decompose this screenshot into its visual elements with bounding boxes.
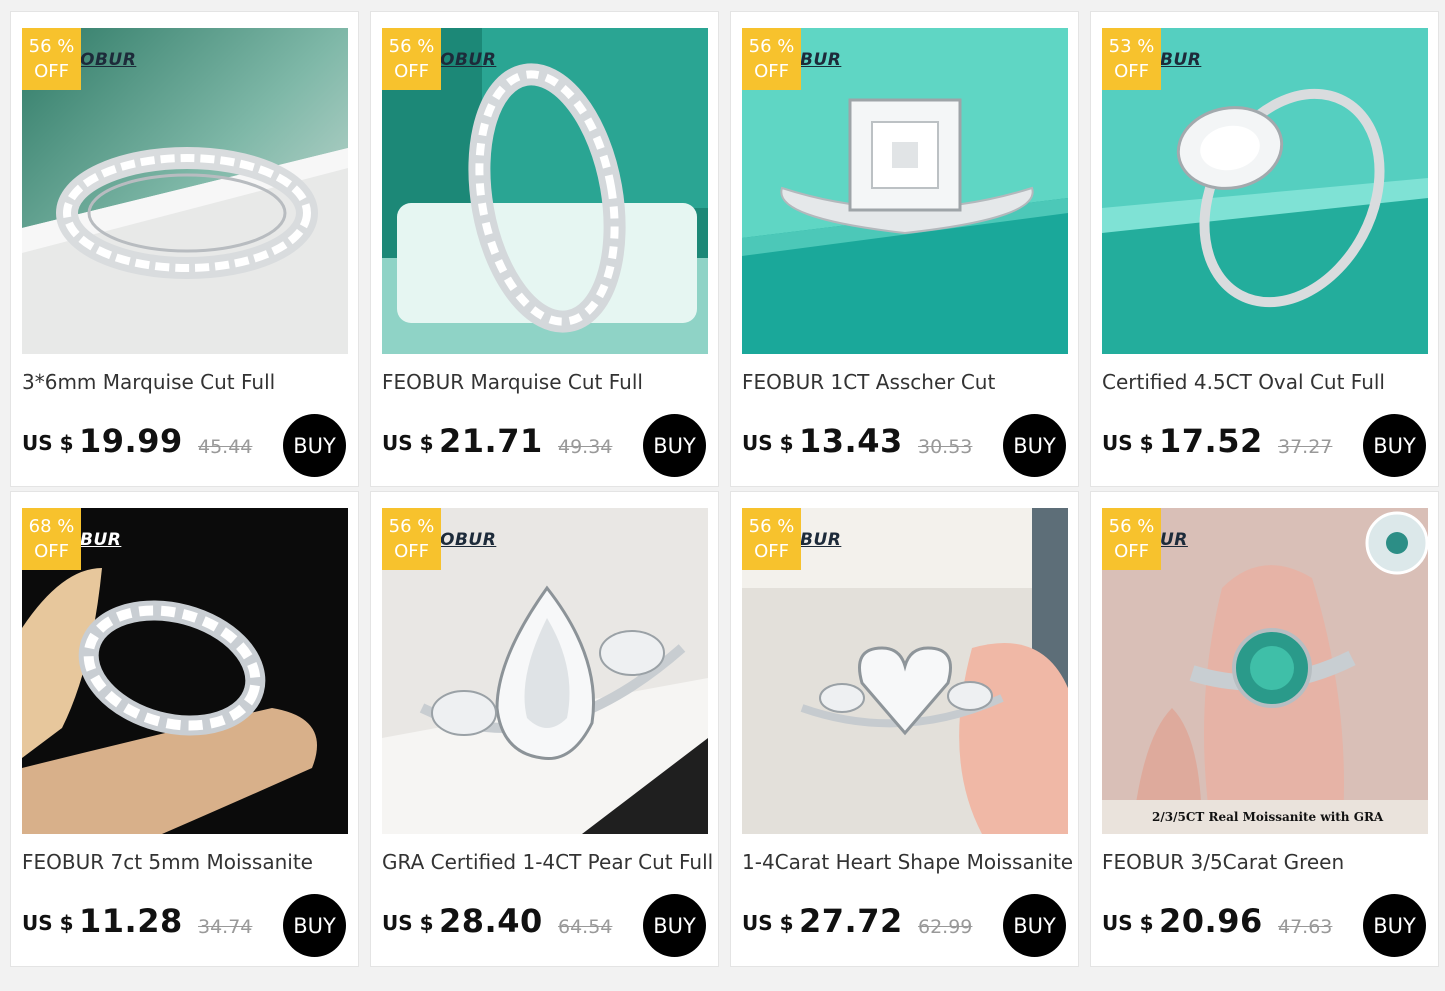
- brand-watermark: OBUR: [80, 50, 137, 70]
- currency-label: US $: [382, 911, 434, 935]
- currency-label: US $: [742, 431, 794, 455]
- product-title[interactable]: GRA Certified 1-4CT Pear Cut Full: [382, 850, 712, 874]
- discount-percent: 56 %: [748, 36, 795, 57]
- discount-badge: 56 % OFF: [382, 28, 441, 90]
- product-title[interactable]: 1-4Carat Heart Shape Moissanite: [742, 850, 1072, 874]
- sale-price: 13.43: [799, 422, 903, 460]
- original-price: 47.63: [1278, 916, 1333, 938]
- product-image[interactable]: 56 % OFF OBUR: [382, 28, 708, 354]
- brand-watermark: BUR: [800, 50, 842, 70]
- brand-watermark: BUR: [1160, 50, 1202, 70]
- currency-label: US $: [382, 431, 434, 455]
- discount-percent: 53 %: [1108, 36, 1155, 57]
- discount-badge: 56 % OFF: [22, 28, 81, 90]
- product-title[interactable]: FEOBUR 3/5Carat Green: [1102, 850, 1432, 874]
- currency-label: US $: [742, 911, 794, 935]
- discount-off-label: OFF: [34, 61, 69, 82]
- product-card[interactable]: 56 % OFF UR 2/3/5CT Real Moissanite with…: [1090, 491, 1439, 967]
- product-card[interactable]: 56 % OFF OBUR FEOBUR Marquise Cut Full U…: [370, 11, 719, 487]
- image-caption: 2/3/5CT Real Moissanite with GRA: [1152, 810, 1384, 824]
- original-price: 45.44: [198, 436, 253, 458]
- product-image[interactable]: 68 % OFF BUR: [22, 508, 348, 834]
- product-image[interactable]: 56 % OFF BUR: [742, 508, 1068, 834]
- product-grid: 56 % OFF OBUR 3*6mm Marquise Cut Full US…: [10, 11, 1439, 967]
- buy-button[interactable]: BUY: [1003, 894, 1066, 957]
- buy-button[interactable]: BUY: [643, 414, 706, 477]
- discount-off-label: OFF: [1114, 61, 1149, 82]
- product-card[interactable]: 53 % OFF BUR Certified 4.5CT Oval Cut Fu…: [1090, 11, 1439, 487]
- discount-off-label: OFF: [394, 61, 429, 82]
- currency-label: US $: [1102, 431, 1154, 455]
- product-card[interactable]: 68 % OFF BUR FEOBUR 7ct 5mm Moissanite U…: [10, 491, 359, 967]
- product-image[interactable]: 56 % OFF UR 2/3/5CT Real Moissanite with…: [1102, 508, 1428, 834]
- product-title[interactable]: FEOBUR Marquise Cut Full: [382, 370, 712, 394]
- original-price: 62.99: [918, 916, 973, 938]
- buy-button[interactable]: BUY: [643, 894, 706, 957]
- discount-off-label: OFF: [754, 541, 789, 562]
- buy-button[interactable]: BUY: [1363, 894, 1426, 957]
- product-card[interactable]: 56 % OFF OBUR 3*6mm Marquise Cut Full US…: [10, 11, 359, 487]
- buy-button[interactable]: BUY: [1363, 414, 1426, 477]
- discount-off-label: OFF: [754, 61, 789, 82]
- sale-price: 27.72: [799, 902, 903, 940]
- sale-price: 19.99: [79, 422, 183, 460]
- product-card[interactable]: 56 % OFF BUR 1-4Carat Heart Shape Moissa…: [730, 491, 1079, 967]
- product-card[interactable]: 56 % OFF BUR FEOBUR 1CT Asscher Cut US $…: [730, 11, 1079, 487]
- currency-label: US $: [22, 431, 74, 455]
- brand-watermark: OBUR: [440, 50, 497, 70]
- discount-off-label: OFF: [394, 541, 429, 562]
- original-price: 49.34: [558, 436, 613, 458]
- product-title[interactable]: 3*6mm Marquise Cut Full: [22, 370, 352, 394]
- discount-off-label: OFF: [1114, 541, 1149, 562]
- product-image[interactable]: 56 % OFF BUR: [742, 28, 1068, 354]
- discount-badge: 53 % OFF: [1102, 28, 1161, 90]
- discount-percent: 56 %: [1108, 516, 1155, 537]
- product-title[interactable]: FEOBUR 1CT Asscher Cut: [742, 370, 1072, 394]
- buy-button[interactable]: BUY: [1003, 414, 1066, 477]
- discount-badge: 56 % OFF: [1102, 508, 1161, 570]
- brand-watermark: UR: [1160, 530, 1188, 550]
- discount-badge: 56 % OFF: [742, 28, 801, 90]
- sale-price: 20.96: [1159, 902, 1263, 940]
- sale-price: 17.52: [1159, 422, 1263, 460]
- original-price: 34.74: [198, 916, 253, 938]
- original-price: 37.27: [1278, 436, 1333, 458]
- discount-off-label: OFF: [34, 541, 69, 562]
- discount-percent: 56 %: [748, 516, 795, 537]
- product-image[interactable]: 53 % OFF BUR: [1102, 28, 1428, 354]
- sale-price: 11.28: [79, 902, 183, 940]
- discount-percent: 56 %: [388, 516, 435, 537]
- sale-price: 21.71: [439, 422, 543, 460]
- discount-badge: 56 % OFF: [742, 508, 801, 570]
- brand-watermark: BUR: [800, 530, 842, 550]
- discount-badge: 68 % OFF: [22, 508, 81, 570]
- brand-watermark: OBUR: [440, 530, 497, 550]
- original-price: 64.54: [558, 916, 613, 938]
- buy-button[interactable]: BUY: [283, 414, 346, 477]
- original-price: 30.53: [918, 436, 973, 458]
- currency-label: US $: [22, 911, 74, 935]
- product-title[interactable]: Certified 4.5CT Oval Cut Full: [1102, 370, 1432, 394]
- product-title[interactable]: FEOBUR 7ct 5mm Moissanite: [22, 850, 352, 874]
- product-image[interactable]: 56 % OFF OBUR: [22, 28, 348, 354]
- discount-badge: 56 % OFF: [382, 508, 441, 570]
- currency-label: US $: [1102, 911, 1154, 935]
- discount-percent: 56 %: [28, 36, 75, 57]
- product-image[interactable]: 56 % OFF OBUR: [382, 508, 708, 834]
- buy-button[interactable]: BUY: [283, 894, 346, 957]
- product-card[interactable]: 56 % OFF OBUR GRA Certified 1-4CT Pear C…: [370, 491, 719, 967]
- sale-price: 28.40: [439, 902, 543, 940]
- brand-watermark: BUR: [80, 530, 122, 550]
- discount-percent: 68 %: [28, 516, 75, 537]
- discount-percent: 56 %: [388, 36, 435, 57]
